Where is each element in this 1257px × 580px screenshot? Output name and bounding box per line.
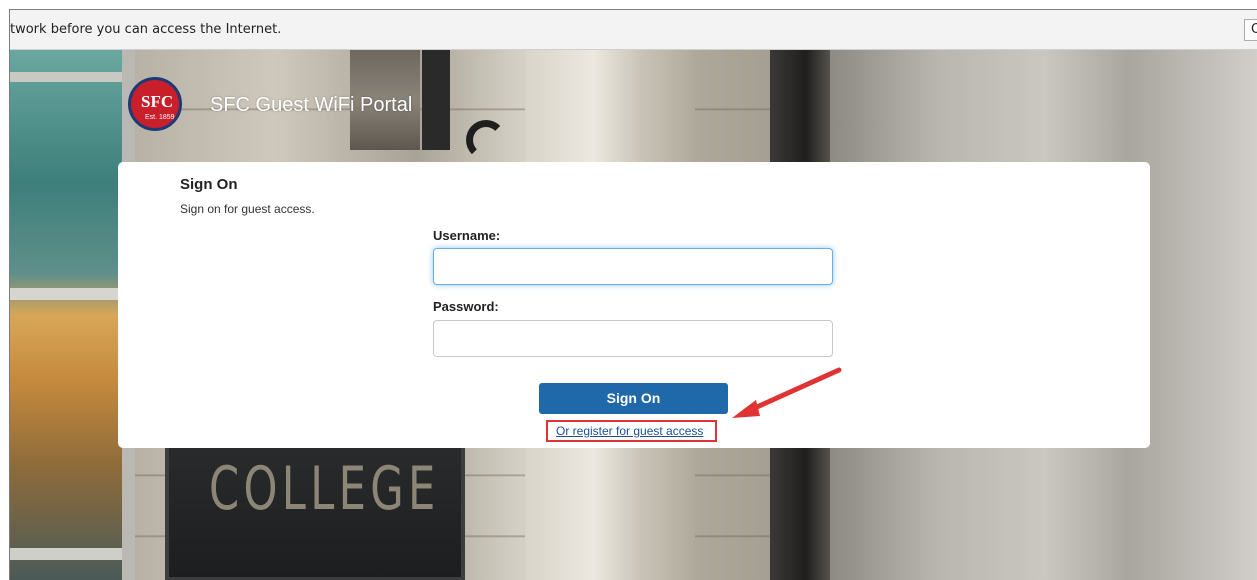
arrow-shaft [745, 367, 842, 414]
browser-frame: twork before you can access the Internet… [9, 9, 1257, 580]
arrow-head [732, 400, 760, 418]
annotation-arrow [732, 367, 842, 418]
